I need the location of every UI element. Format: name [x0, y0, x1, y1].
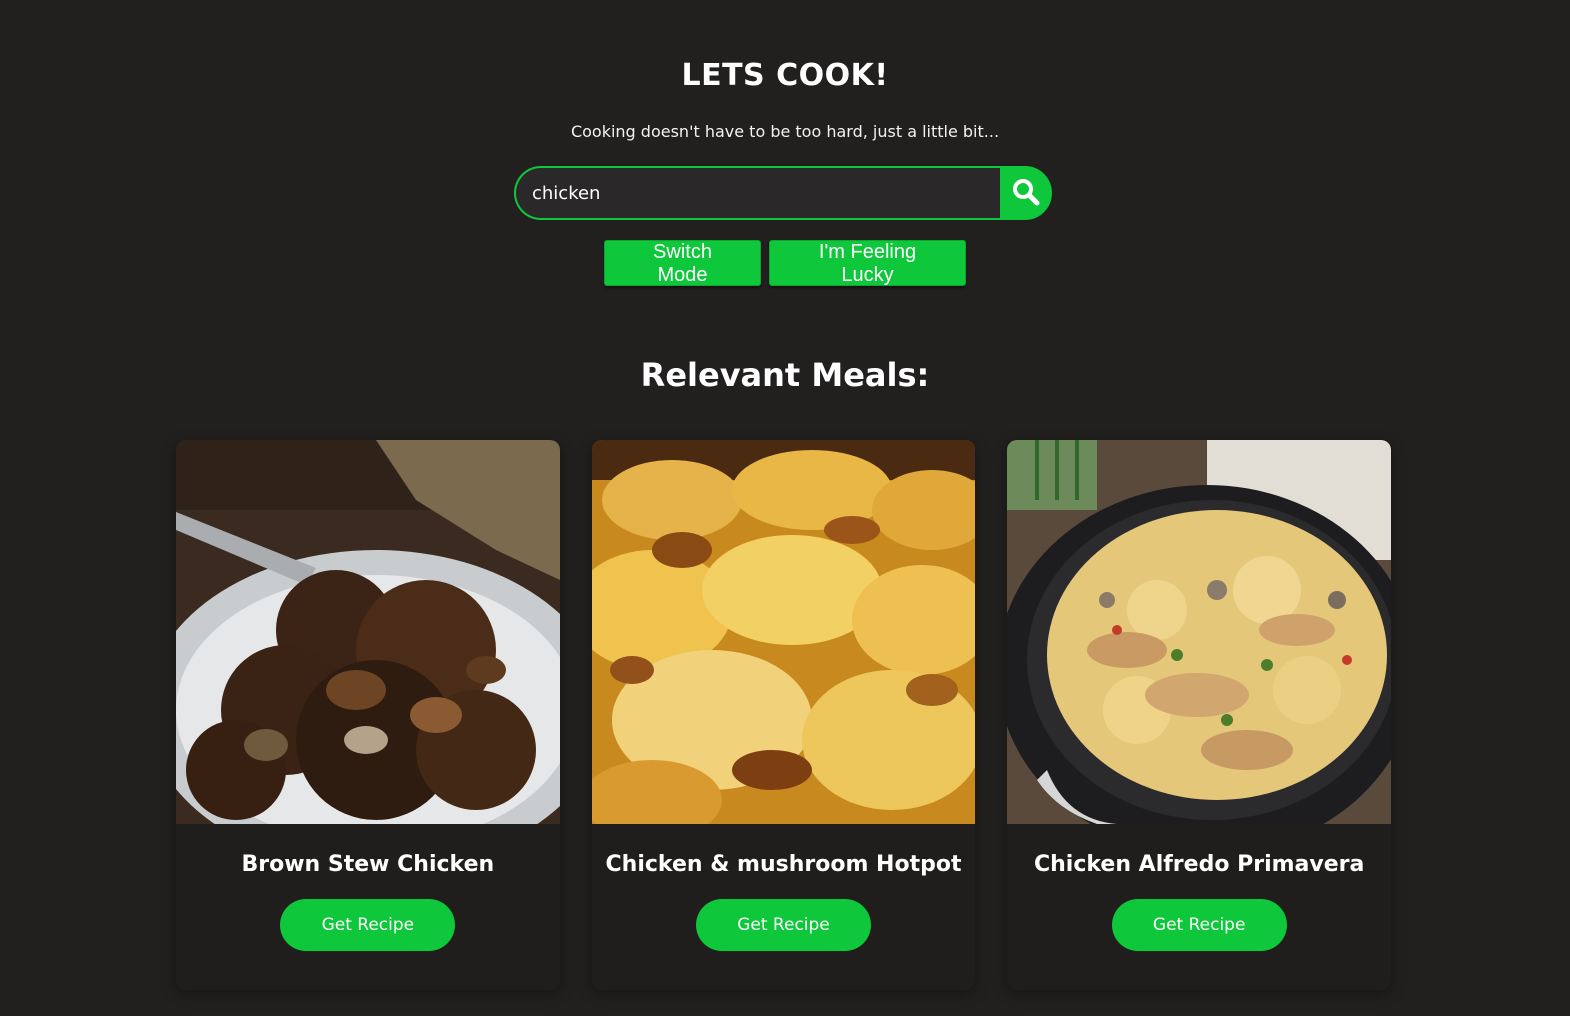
page: LETS COOK! Cooking doesn't have to be to… — [0, 0, 1570, 1016]
results-heading: Relevant Meals: — [640, 356, 930, 394]
search-bar — [514, 166, 1052, 220]
page-subtitle: Cooking doesn't have to be too hard, jus… — [570, 122, 1000, 141]
page-title: LETS COOK! — [681, 58, 889, 93]
meal-title: Chicken Alfredo Primavera — [1034, 852, 1365, 877]
get-recipe-button[interactable]: Get Recipe — [696, 899, 871, 951]
meal-card: Brown Stew Chicken Get Recipe — [176, 440, 560, 990]
get-recipe-button[interactable]: Get Recipe — [1111, 899, 1287, 951]
meal-title: Chicken & mushroom Hotpot — [605, 852, 962, 877]
get-recipe-button[interactable]: Get Recipe — [280, 899, 456, 951]
meal-image — [1007, 440, 1392, 824]
search-input[interactable] — [514, 166, 1000, 220]
search-icon — [1011, 177, 1041, 210]
meal-image — [591, 440, 976, 824]
switch-mode-button[interactable]: Switch Mode — [604, 240, 761, 286]
search-button[interactable] — [1000, 166, 1052, 220]
feeling-lucky-button[interactable]: I'm Feeling Lucky — [769, 240, 966, 286]
meal-card: Chicken & mushroom Hotpot Get Recipe — [591, 440, 976, 990]
meal-card: Chicken Alfredo Primavera Get Recipe — [1007, 440, 1392, 990]
meal-image — [176, 440, 560, 824]
action-row: Switch Mode I'm Feeling Lucky — [0, 240, 1570, 286]
meal-cards: Brown Stew Chicken Get Recipe Chicken & … — [176, 440, 1392, 990]
meal-title: Brown Stew Chicken — [241, 852, 495, 877]
